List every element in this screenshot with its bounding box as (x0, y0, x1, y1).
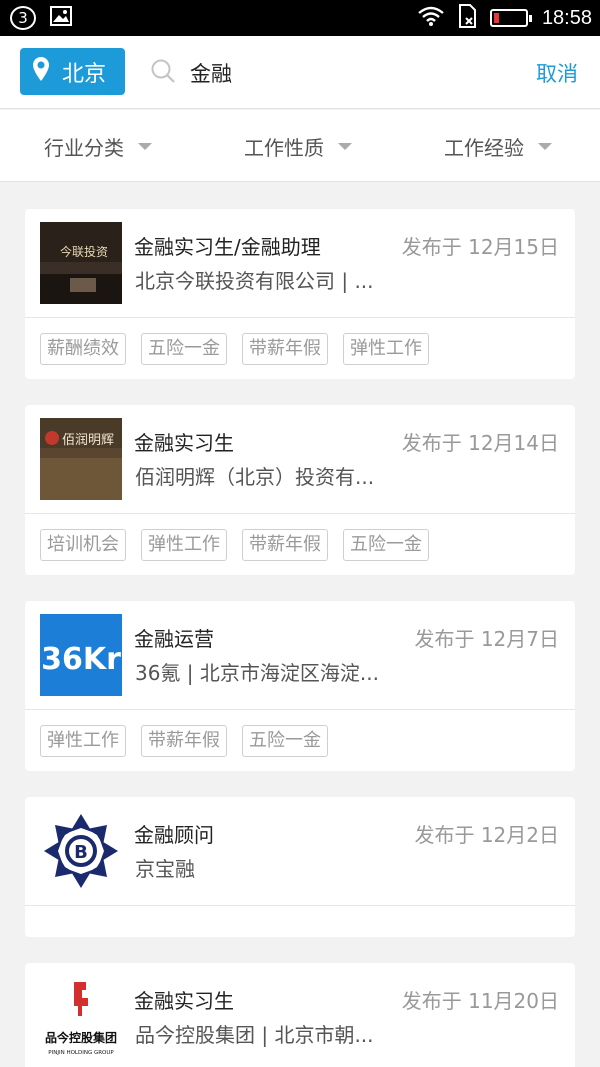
divider (25, 317, 575, 318)
city-label: 北京 (62, 61, 107, 87)
city-selector-button[interactable]: 北京 (20, 48, 125, 95)
no-sim-icon (458, 4, 476, 32)
company-name: 京宝融 (135, 857, 195, 881)
company-name: 佰润明辉（北京）投资有... (135, 465, 375, 489)
divider (25, 513, 575, 514)
benefit-tag: 五险一金 (242, 725, 328, 757)
caret-down-icon (538, 143, 552, 150)
image-notification-icon (50, 6, 72, 30)
logo-text: 36Kr (41, 642, 121, 677)
post-date: 发布于 12月7日 (414, 627, 559, 651)
benefit-tag: 弹性工作 (343, 333, 429, 365)
job-title: 金融实习生 (134, 989, 234, 1013)
benefit-tag: 带薪年假 (141, 725, 227, 757)
filter-experience[interactable]: 工作经验 (444, 132, 552, 161)
sim-indicator: 3 (10, 6, 36, 30)
benefit-tags: 弹性工作 带薪年假 五险一金 (40, 725, 328, 757)
cancel-button[interactable]: 取消 (536, 58, 578, 88)
filter-industry[interactable]: 行业分类 (44, 132, 152, 161)
logo-subtext: PINJIN HOLDING GROUP (48, 1050, 114, 1056)
svg-text:B: B (74, 842, 88, 863)
post-date: 发布于 12月14日 (401, 431, 559, 455)
benefit-tag: 弹性工作 (141, 529, 227, 561)
divider (25, 905, 575, 906)
job-title: 金融顾问 (134, 823, 214, 847)
wifi-icon (418, 6, 444, 30)
company-name: 36氪 | 北京市海淀区海淀... (135, 661, 379, 685)
filter-label: 工作性质 (244, 136, 324, 160)
job-card[interactable]: 36Kr 金融运营 发布于 12月7日 36氪 | 北京市海淀区海淀... 弹性… (25, 601, 575, 771)
filter-bar: 行业分类 工作性质 工作经验 (0, 110, 600, 182)
benefit-tag: 五险一金 (141, 333, 227, 365)
location-pin-icon (32, 56, 50, 88)
search-header: 北京 取消 (0, 36, 600, 109)
filter-label: 工作经验 (444, 136, 524, 160)
company-name: 北京今联投资有限公司 | ... (135, 269, 374, 293)
benefit-tag: 弹性工作 (40, 725, 126, 757)
benefit-tag: 薪酬绩效 (40, 333, 126, 365)
benefit-tag: 带薪年假 (242, 529, 328, 561)
company-logo: B (40, 810, 122, 892)
benefit-tag: 五险一金 (343, 529, 429, 561)
caret-down-icon (338, 143, 352, 150)
company-logo: 品今控股集团 PINJIN HOLDING GROUP (40, 976, 122, 1058)
job-card[interactable]: 今联投资 金融实习生/金融助理 发布于 12月15日 北京今联投资有限公司 | … (25, 209, 575, 379)
benefit-tags: 培训机会 弹性工作 带薪年假 五险一金 (40, 529, 429, 561)
logo-text: 佰润明辉 (62, 433, 114, 448)
search-input[interactable] (190, 61, 450, 85)
benefit-tag: 带薪年假 (242, 333, 328, 365)
clock: 18:58 (541, 6, 592, 29)
search-box[interactable] (150, 54, 450, 92)
benefit-tags: 薪酬绩效 五险一金 带薪年假 弹性工作 (40, 333, 429, 365)
divider (25, 709, 575, 710)
search-icon (150, 58, 176, 88)
job-title: 金融实习生/金融助理 (134, 235, 321, 259)
job-title: 金融实习生 (134, 431, 234, 455)
post-date: 发布于 12月15日 (401, 235, 559, 259)
company-logo: 36Kr (40, 614, 122, 696)
job-card[interactable]: 佰润明辉 金融实习生 发布于 12月14日 佰润明辉（北京）投资有... 培训机… (25, 405, 575, 575)
logo-text: 今联投资 (60, 244, 108, 259)
company-logo: 佰润明辉 (40, 418, 122, 500)
filter-job-type[interactable]: 工作性质 (244, 132, 352, 161)
status-bar: 3 18:58 (0, 0, 600, 36)
logo-text: 品今控股集团 (45, 1030, 117, 1045)
benefit-tag: 培训机会 (40, 529, 126, 561)
filter-label: 行业分类 (44, 136, 124, 160)
job-card[interactable]: B 金融顾问 发布于 12月2日 京宝融 (25, 797, 575, 937)
company-name: 品今控股集团 | 北京市朝... (135, 1023, 374, 1047)
post-date: 发布于 11月20日 (401, 989, 559, 1013)
job-card[interactable]: 品今控股集团 PINJIN HOLDING GROUP 金融实习生 发布于 11… (25, 963, 575, 1067)
caret-down-icon (138, 143, 152, 150)
job-title: 金融运营 (134, 627, 214, 651)
company-logo: 今联投资 (40, 222, 122, 304)
battery-icon (489, 9, 532, 27)
post-date: 发布于 12月2日 (414, 823, 559, 847)
